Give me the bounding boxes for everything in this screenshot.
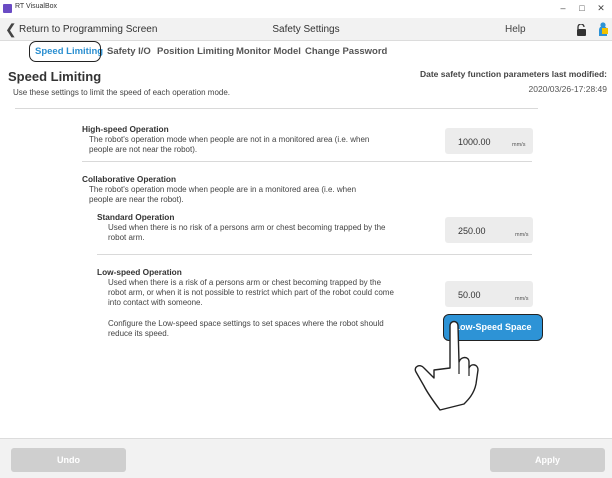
collaborative-desc-2: people are near the robot). [89, 195, 184, 204]
low-speed-config-2: reduce its speed. [108, 329, 169, 338]
section-subtitle: Use these settings to limit the speed of… [13, 88, 231, 97]
divider [82, 161, 532, 162]
standard-unit: mm/s [515, 232, 529, 238]
standard-desc-1: Used when there is no risk of a persons … [108, 223, 386, 232]
low-speed-title: Low-speed Operation [97, 267, 182, 277]
high-speed-title: High-speed Operation [82, 124, 169, 134]
low-speed-desc-2: robot arm, or when it is not possible to… [108, 288, 394, 297]
tab-highlight-outline [29, 41, 101, 62]
undo-button[interactable]: Undo [11, 448, 126, 472]
section-title: Speed Limiting [8, 69, 102, 84]
low-speed-desc-1: Used when there is a risk of a persons a… [108, 278, 382, 287]
apply-button[interactable]: Apply [490, 448, 605, 472]
tab-safety-io[interactable]: Safety I/O [107, 46, 151, 57]
standard-value: 250.00 [458, 226, 486, 236]
minimize-icon[interactable]: – [556, 2, 570, 14]
low-speed-unit: mm/s [515, 296, 529, 302]
high-speed-value: 1000.00 [458, 137, 491, 147]
date-value: 2020/03/26-17:28:49 [528, 84, 607, 94]
low-speed-config-1: Configure the Low-speed space settings t… [108, 319, 384, 328]
high-speed-desc-2: people are not near the robot). [89, 145, 198, 154]
standard-title: Standard Operation [97, 212, 175, 222]
window-title: RT VisualBox [15, 3, 58, 10]
tab-position-limiting[interactable]: Position Limiting [157, 46, 234, 57]
collaborative-desc-1: The robot's operation mode when people a… [89, 185, 357, 194]
standard-desc-2: robot arm. [108, 233, 145, 242]
pointing-hand-icon [412, 318, 482, 418]
collaborative-title: Collaborative Operation [82, 174, 177, 184]
low-speed-value: 50.00 [458, 290, 481, 300]
help-button[interactable]: Help [505, 24, 526, 35]
window-titlebar [0, 0, 612, 18]
low-speed-desc-3: into contact with someone. [108, 298, 203, 307]
divider [97, 254, 532, 255]
close-icon[interactable]: ✕ [594, 2, 608, 14]
app-icon [3, 4, 12, 13]
tab-monitor-model[interactable]: Monitor Model [236, 46, 301, 57]
high-speed-unit: mm/s [512, 142, 526, 148]
unlock-icon[interactable] [576, 23, 587, 41]
date-label: Date safety function parameters last mod… [419, 69, 607, 79]
person-icon[interactable] [597, 22, 609, 41]
high-speed-desc-1: The robot's operation mode when people a… [89, 135, 370, 144]
divider [15, 108, 538, 109]
tab-change-password[interactable]: Change Password [305, 46, 387, 57]
maximize-icon[interactable]: □ [575, 2, 589, 14]
